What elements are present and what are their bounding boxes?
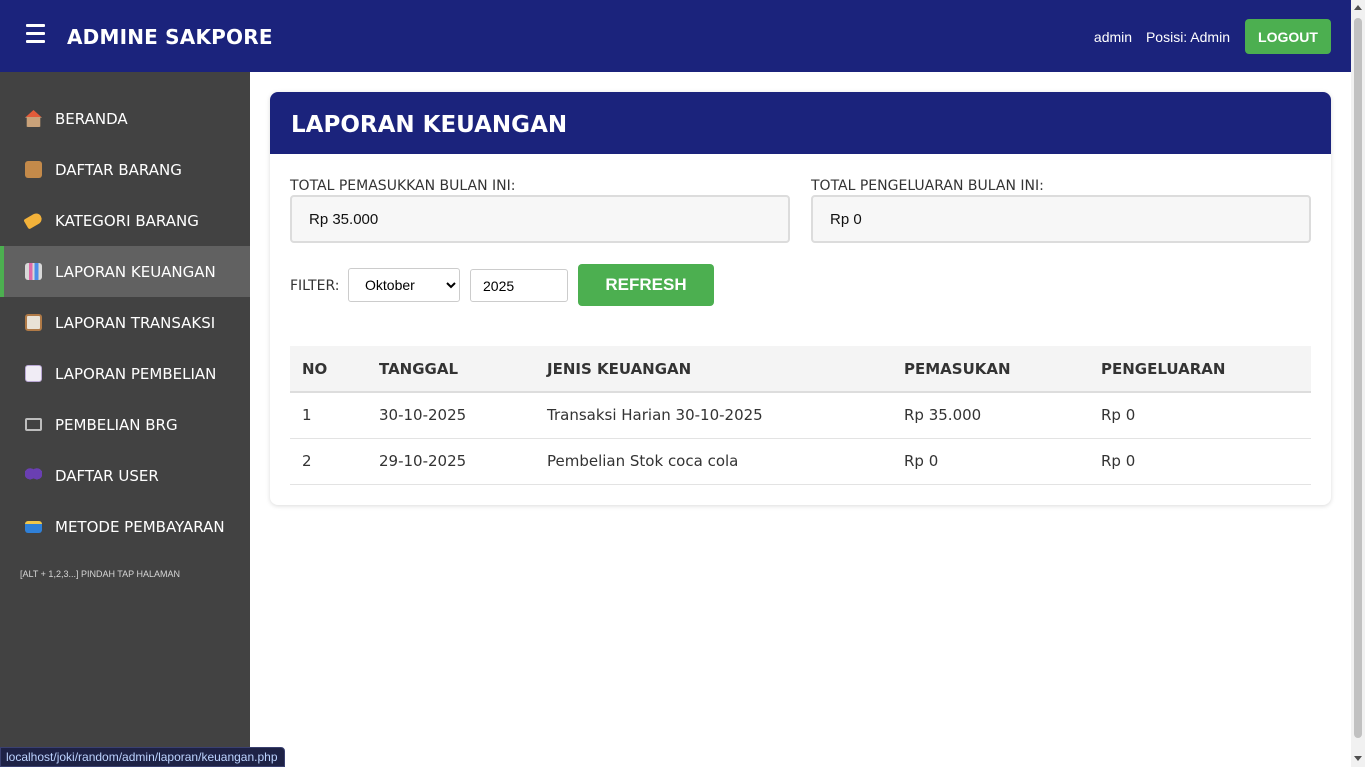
sidebar-item-daftar-barang[interactable]: DAFTAR BARANG <box>0 144 250 195</box>
sidebar-item-laporan-keuangan[interactable]: LAPORAN KEUANGAN <box>0 246 250 297</box>
sidebar-item-label: METODE PEMBAYARAN <box>55 517 225 536</box>
column-header-pengeluaran: PENGELUARAN <box>1089 346 1311 393</box>
sidebar-item-daftar-user[interactable]: DAFTAR USER <box>0 450 250 501</box>
sidebar-item-label: BERANDA <box>55 109 128 128</box>
house-icon <box>25 110 42 127</box>
column-header-tanggal: TANGGAL <box>367 346 535 393</box>
sidebar-item-beranda[interactable]: BERANDA <box>0 93 250 144</box>
cell-tanggal: 29-10-2025 <box>367 438 535 485</box>
credit-card-icon <box>25 520 42 533</box>
bar-chart-icon <box>25 263 42 280</box>
cell-pengeluaran: Rp 0 <box>1089 392 1311 439</box>
sidebar-item-label: DAFTAR USER <box>55 466 159 485</box>
sidebar-item-laporan-pembelian[interactable]: LAPORAN PEMBELIAN <box>0 348 250 399</box>
tag-icon <box>23 211 44 230</box>
top-navbar: ADMINE SAKPORE admin Posisi: Admin LOGOU… <box>0 0 1351 72</box>
sidebar-item-label: LAPORAN PEMBELIAN <box>55 364 217 383</box>
table-header-row: NO TANGGAL JENIS KEUANGAN PEMASUKAN PENG… <box>290 346 1311 393</box>
sidebar-item-label: DAFTAR BARANG <box>55 160 182 179</box>
users-icon <box>25 467 42 484</box>
report-card: LAPORAN KEUANGAN TOTAL PEMASUKKAN BULAN … <box>270 92 1331 505</box>
filter-label: FILTER: <box>290 278 340 294</box>
clipboard-icon <box>25 314 42 331</box>
cell-jenis: Transaksi Harian 30-10-2025 <box>535 392 892 439</box>
year-input[interactable] <box>470 269 568 302</box>
sidebar-item-label: LAPORAN KEUANGAN <box>55 262 216 281</box>
refresh-button[interactable]: REFRESH <box>578 264 714 306</box>
sidebar-item-label: PEMBELIAN BRG <box>55 415 178 434</box>
expense-total-field: Rp 0 <box>811 195 1311 243</box>
scroll-down-icon[interactable] <box>1354 756 1362 761</box>
sidebar-item-metode-pembayaran[interactable]: METODE PEMBAYARAN <box>0 501 250 552</box>
sidebar-item-kategori-barang[interactable]: KATEGORI BARANG <box>0 195 250 246</box>
table-row: 2 29-10-2025 Pembelian Stok coca cola Rp… <box>290 438 1311 485</box>
status-bar-url: localhost/joki/random/admin/laporan/keua… <box>0 747 285 767</box>
user-position: Posisi: Admin <box>1145 29 1230 45</box>
cell-pemasukan: Rp 0 <box>892 438 1089 485</box>
cart-icon <box>25 418 42 431</box>
column-header-pemasukan: PEMASUKAN <box>892 346 1089 393</box>
sidebar: BERANDA DAFTAR BARANG KATEGORI BARANG LA… <box>0 72 250 767</box>
app-brand: ADMINE SAKPORE <box>67 25 273 49</box>
table-row: 1 30-10-2025 Transaksi Harian 30-10-2025… <box>290 392 1311 439</box>
month-select[interactable]: Oktober <box>348 268 460 302</box>
sidebar-item-pembelian-brg[interactable]: PEMBELIAN BRG <box>0 399 250 450</box>
cell-no: 2 <box>290 438 367 485</box>
scroll-up-icon[interactable] <box>1354 5 1362 10</box>
keyboard-shortcut-hint: [ALT + 1,2,3...] PINDAH TAP HALAMAN <box>20 569 180 579</box>
document-icon <box>25 365 42 382</box>
income-label: TOTAL PEMASUKKAN BULAN INI: <box>290 178 516 194</box>
sidebar-item-label: KATEGORI BARANG <box>55 211 199 230</box>
box-icon <box>25 161 42 178</box>
cell-no: 1 <box>290 392 367 439</box>
username: admin <box>1093 29 1133 45</box>
cell-pemasukan: Rp 35.000 <box>892 392 1089 439</box>
sidebar-item-label: LAPORAN TRANSAKSI <box>55 313 216 332</box>
page-title: LAPORAN KEUANGAN <box>270 92 1331 154</box>
cell-jenis: Pembelian Stok coca cola <box>535 438 892 485</box>
user-info: admin Posisi: Admin <box>1084 29 1230 45</box>
scrollbar-thumb[interactable] <box>1354 18 1362 738</box>
cell-pengeluaran: Rp 0 <box>1089 438 1311 485</box>
column-header-jenis: JENIS KEUANGAN <box>535 346 892 393</box>
page-scrollbar[interactable] <box>1351 0 1365 767</box>
cell-tanggal: 30-10-2025 <box>367 392 535 439</box>
income-total-field: Rp 35.000 <box>290 195 790 243</box>
column-header-no: NO <box>290 346 367 393</box>
logout-button[interactable]: LOGOUT <box>1245 19 1331 54</box>
finance-table: NO TANGGAL JENIS KEUANGAN PEMASUKAN PENG… <box>290 346 1311 485</box>
hamburger-menu-icon[interactable] <box>24 24 48 48</box>
expense-label: TOTAL PENGELUARAN BULAN INI: <box>811 178 1044 194</box>
sidebar-item-laporan-transaksi[interactable]: LAPORAN TRANSAKSI <box>0 297 250 348</box>
